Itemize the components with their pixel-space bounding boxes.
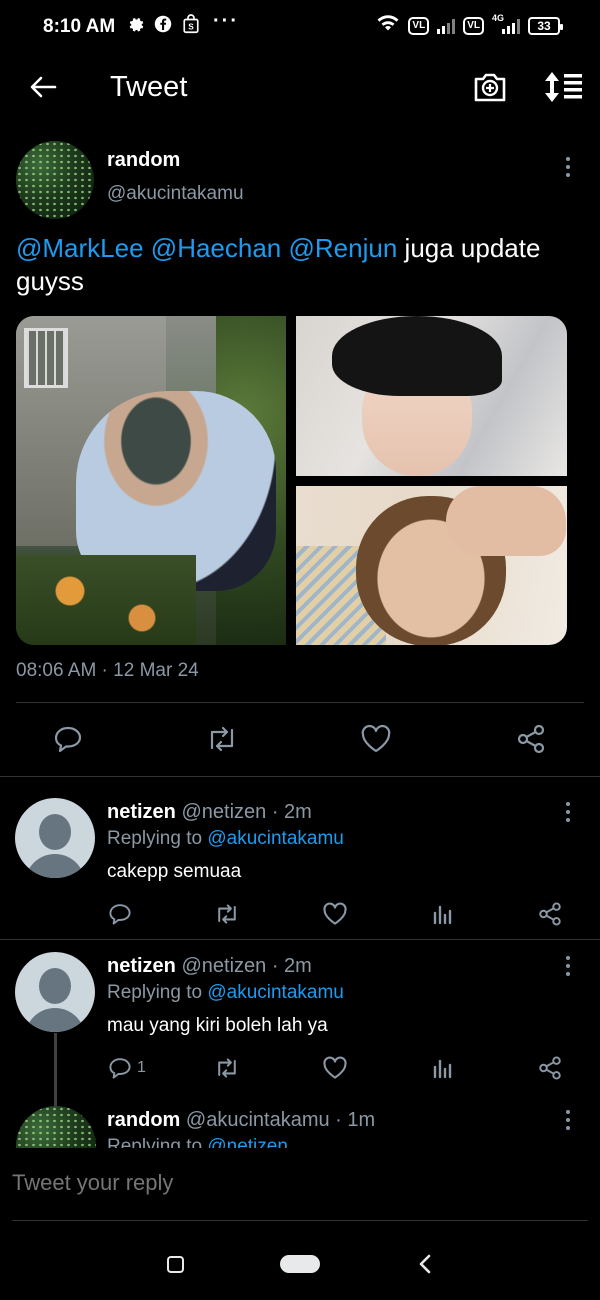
sort-replies-button[interactable]	[542, 68, 584, 106]
home-button[interactable]	[280, 1255, 320, 1273]
more-notifications-icon: ···	[213, 10, 239, 32]
reply-author[interactable]: netizen @netizen · 2m	[107, 801, 312, 824]
author-handle[interactable]: @akucintakamu	[107, 183, 244, 205]
share-icon	[539, 902, 561, 926]
reply-button[interactable]	[50, 721, 86, 757]
arrow-left-icon	[30, 76, 57, 98]
mention-link[interactable]: @MarkLee	[16, 233, 144, 263]
reply-more-button[interactable]	[557, 799, 579, 825]
page-title: Tweet	[110, 71, 188, 103]
reply-author[interactable]: random @akucintakamu · 1m	[107, 1109, 375, 1132]
status-time: 8:10 AM	[43, 16, 116, 37]
camera-button[interactable]	[471, 68, 509, 106]
gear-icon	[125, 14, 145, 34]
like-button[interactable]	[358, 721, 394, 757]
svg-text:S: S	[188, 22, 194, 31]
share-icon	[517, 724, 545, 754]
tweet-text: @MarkLee @Haechan @Renjun juga update gu…	[16, 232, 576, 298]
reply-more-button[interactable]	[557, 953, 579, 979]
signal-bars-1-icon	[437, 18, 456, 34]
mention-link[interactable]: @Renjun	[289, 233, 398, 263]
network-type: 4G	[491, 12, 504, 23]
volte-badge-2: VL	[463, 16, 484, 35]
comment-icon	[109, 1058, 131, 1079]
system-nav-bar	[0, 1222, 600, 1300]
comment-icon	[109, 904, 131, 925]
heart-icon	[323, 1056, 347, 1079]
replying-prefix: Replying to	[107, 982, 203, 1003]
bar-chart-icon	[433, 1059, 452, 1079]
reply-meta: @netizen · 2m	[181, 801, 312, 823]
replying-to: Replying to @akucintakamu	[107, 982, 344, 1004]
tweet-photo-1[interactable]	[16, 316, 286, 645]
share-button[interactable]	[535, 899, 565, 929]
facebook-icon	[153, 14, 173, 34]
sort-icon	[545, 72, 582, 102]
tweet-more-button[interactable]	[557, 154, 579, 180]
share-icon	[539, 1056, 561, 1080]
reply-author[interactable]: netizen @netizen · 2m	[107, 955, 312, 978]
tweet-photo-3[interactable]	[296, 486, 567, 645]
system-icons: VL VL 4G 33	[376, 12, 563, 37]
replying-to: Replying to @akucintakamu	[107, 828, 344, 850]
recents-button[interactable]	[167, 1256, 184, 1273]
reply-button[interactable]	[105, 899, 135, 929]
retweet-icon	[218, 1058, 236, 1078]
tweet-photo-2[interactable]	[296, 316, 567, 476]
signal-bars-2-icon	[502, 18, 520, 34]
heart-icon	[361, 724, 391, 753]
reply-author-name: netizen	[107, 955, 176, 977]
analytics-button[interactable]	[428, 1053, 458, 1083]
share-button[interactable]	[513, 721, 549, 757]
reply-meta: @akucintakamu · 1m	[185, 1109, 376, 1131]
status-bar: 8:10 AM S ··· VL VL 4G 33	[0, 0, 600, 54]
divider	[0, 776, 600, 777]
top-app-bar: Tweet	[0, 54, 600, 122]
replying-to-link[interactable]: @akucintakamu	[207, 982, 344, 1003]
chevron-left-icon	[419, 1254, 431, 1274]
tweet-timestamp: 08:06 AM · 12 Mar 24	[16, 660, 199, 681]
like-button[interactable]	[320, 899, 350, 929]
reply-meta: @netizen · 2m	[181, 955, 312, 977]
back-button[interactable]	[26, 70, 60, 104]
battery-indicator: 33	[528, 16, 563, 35]
analytics-button[interactable]	[428, 899, 458, 929]
wifi-icon	[376, 14, 400, 37]
reply-author-name: random	[107, 1109, 181, 1131]
volte-badge-1: VL	[408, 16, 430, 35]
heart-icon	[323, 902, 347, 925]
reply-more-button[interactable]	[557, 1107, 579, 1133]
retweet-icon	[210, 726, 234, 752]
thread-connector	[54, 1033, 57, 1108]
reply-count: 1	[137, 1059, 146, 1076]
replying-prefix: Replying to	[107, 828, 203, 849]
like-button[interactable]	[320, 1053, 350, 1083]
reply-input[interactable]	[12, 1170, 582, 1196]
reply-author-name: netizen	[107, 801, 176, 823]
author-avatar[interactable]	[16, 141, 94, 219]
reply-avatar[interactable]	[15, 798, 95, 878]
divider	[12, 1220, 588, 1221]
system-back-button[interactable]	[414, 1252, 438, 1276]
retweet-icon	[218, 904, 236, 924]
mention-link[interactable]: @Haechan	[151, 233, 281, 263]
comment-icon	[54, 726, 82, 753]
reply-button[interactable]	[105, 1053, 135, 1083]
shopee-icon: S	[181, 14, 201, 34]
reply-text: mau yang kiri boleh lah ya	[107, 1015, 328, 1036]
retweet-button[interactable]	[204, 721, 240, 757]
retweet-button[interactable]	[212, 899, 242, 929]
bar-chart-icon	[433, 905, 452, 925]
reply-text: cakepp semuaa	[107, 861, 242, 882]
notification-icons: S	[125, 14, 201, 34]
retweet-button[interactable]	[212, 1053, 242, 1083]
reply-avatar[interactable]	[15, 952, 95, 1032]
reply-composer	[0, 1148, 600, 1222]
share-button[interactable]	[535, 1053, 565, 1083]
replying-to-link[interactable]: @akucintakamu	[207, 828, 344, 849]
author-name[interactable]: random	[107, 149, 180, 172]
divider	[16, 702, 584, 703]
divider	[0, 939, 600, 940]
camera-plus-icon	[474, 73, 506, 102]
